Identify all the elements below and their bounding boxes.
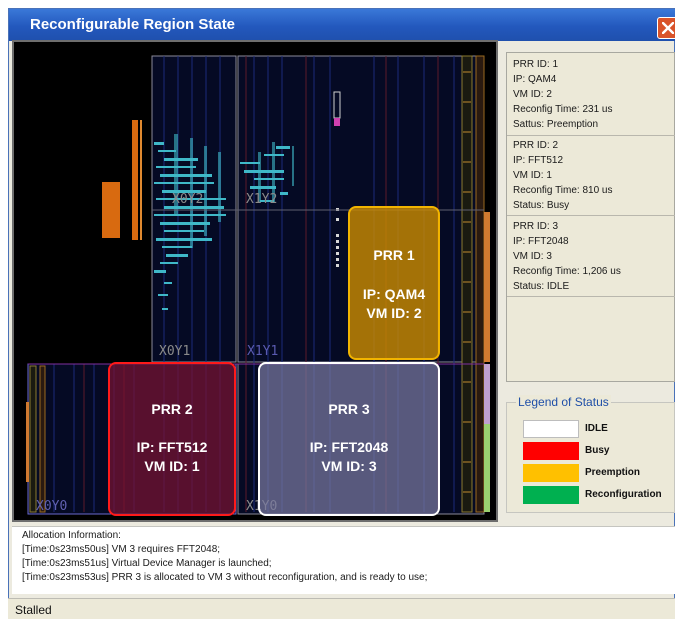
prr-info-vm: VM ID: 2 [513, 89, 552, 100]
prr-info-entry: PRR ID: 1 IP: QAM4 VM ID: 2 Reconfig Tim… [513, 57, 673, 132]
prr-info-reconfig-time: Reconfig Time: 1,206 us [513, 266, 621, 277]
prr-1-name: PRR 1 [373, 247, 415, 263]
prr-1-region[interactable]: PRR 1 IP: QAM4 VM ID: 2 [348, 206, 440, 360]
divider [507, 215, 675, 216]
prr-info-id: PRR ID: 1 [513, 59, 559, 70]
legend-swatch-busy [523, 442, 579, 460]
legend-label-preemption: Preemption [585, 467, 641, 478]
legend-title: Legend of Status [516, 395, 611, 409]
allocation-log[interactable]: Allocation Information: [Time:0s23ms50us… [12, 526, 675, 594]
prr-info-vm: VM ID: 1 [513, 170, 552, 181]
status-text: Stalled [15, 603, 52, 617]
prr-3-vm: VM ID: 3 [321, 458, 377, 474]
prr-3-ip: IP: FFT2048 [309, 439, 389, 455]
prr-2-vm: VM ID: 1 [144, 458, 200, 474]
prr-2-ip: IP: FFT512 [136, 439, 208, 455]
clock-region-label: X1Y1 [247, 344, 279, 359]
log-line: [Time:0s23ms51us] Virtual Device Manager… [22, 558, 272, 569]
prr-info-ip: IP: FFT512 [513, 155, 564, 166]
prr-2-region[interactable]: PRR 2 IP: FFT512 VM ID: 1 [108, 362, 236, 516]
close-icon [662, 22, 674, 34]
window-title: Reconfigurable Region State [30, 16, 236, 33]
prr-info-ip: IP: QAM4 [513, 74, 557, 85]
prr-1-ip: IP: QAM4 [362, 286, 426, 302]
legend-swatch-preemption [523, 464, 579, 482]
prr-info-reconfig-time: Reconfig Time: 231 us [513, 104, 613, 115]
legend-swatch-idle [523, 420, 579, 438]
allocation-heading: Allocation Information: [22, 530, 121, 541]
prr-info-id: PRR ID: 3 [513, 221, 559, 232]
prr-info-panel: PRR ID: 1 IP: QAM4 VM ID: 2 Reconfig Tim… [506, 52, 675, 382]
divider [507, 296, 675, 297]
status-legend: Legend of Status IDLE Busy Preemption Re… [506, 395, 675, 513]
status-bar: Stalled [8, 598, 675, 619]
prr-info-reconfig-time: Reconfig Time: 810 us [513, 185, 613, 196]
prr-info-status: Status: IDLE [513, 281, 570, 292]
prr-info-vm: VM ID: 3 [513, 251, 552, 262]
legend-label-reconfiguration: Reconfiguration [585, 489, 662, 500]
prr-3-name: PRR 3 [328, 401, 370, 417]
clock-region-label: X0Y2 [172, 192, 204, 207]
legend-swatch-reconfiguration [523, 486, 579, 504]
prr-info-status: Sattus: Preemption [513, 119, 599, 130]
legend-label-busy: Busy [585, 445, 610, 456]
prr-info-entry: PRR ID: 3 IP: FFT2048 VM ID: 3 Reconfig … [513, 219, 673, 294]
prr-3-region[interactable]: PRR 3 IP: FFT2048 VM ID: 3 [258, 362, 440, 516]
prr-info-id: PRR ID: 2 [513, 140, 559, 151]
log-line: [Time:0s23ms53us] PRR 3 is allocated to … [22, 572, 428, 583]
title-bar[interactable]: Reconfigurable Region State [9, 9, 675, 41]
prr-info-status: Status: Busy [513, 200, 570, 211]
clock-region-label: X1Y2 [246, 192, 278, 207]
prr-1-vm: VM ID: 2 [366, 305, 422, 321]
log-line: [Time:0s23ms50us] VM 3 requires FFT2048; [22, 544, 221, 555]
prr-info-entry: PRR ID: 2 IP: FFT512 VM ID: 1 Reconfig T… [513, 138, 673, 213]
prr-info-ip: IP: FFT2048 [513, 236, 569, 247]
divider [507, 135, 675, 136]
prr-2-name: PRR 2 [151, 401, 193, 417]
close-button[interactable] [657, 17, 675, 39]
clock-region-label: X0Y1 [159, 344, 191, 359]
clock-region-label: X0Y0 [36, 499, 68, 514]
fpga-floorplan-view[interactable]: X0Y2 X1Y2 X0Y1 X1Y1 X0Y0 X1Y0 PRR 1 IP: … [12, 40, 498, 522]
legend-label-idle: IDLE [585, 423, 608, 434]
